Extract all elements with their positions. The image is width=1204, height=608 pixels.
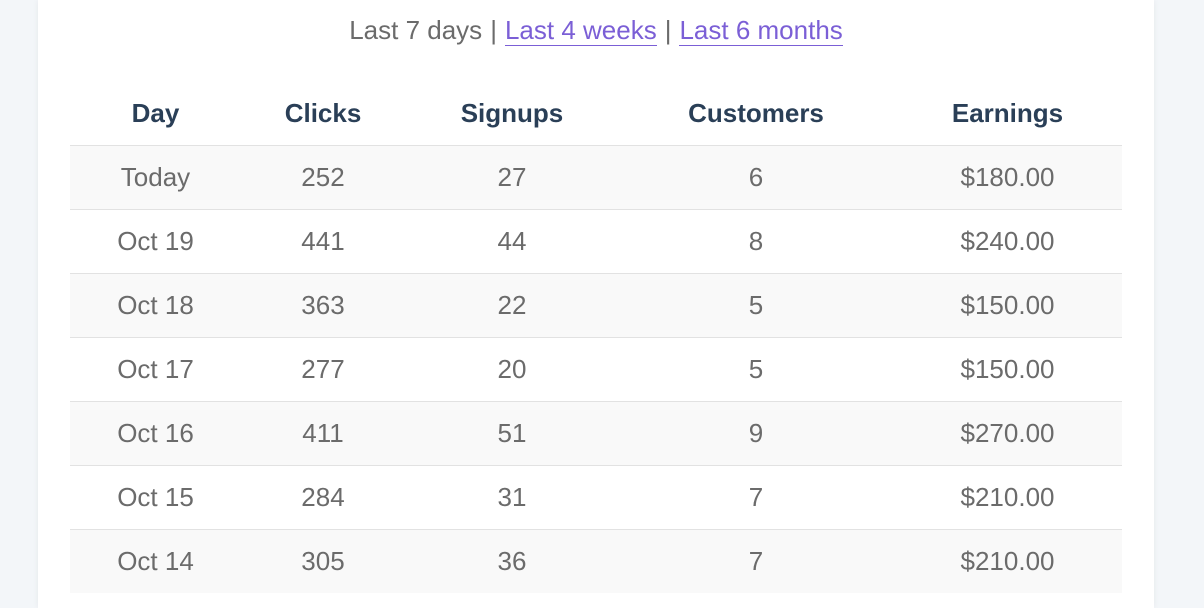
table-row: Oct 18 363 22 5 $150.00 bbox=[70, 273, 1122, 338]
cell-day: Oct 14 bbox=[70, 529, 241, 593]
cell-signups: 51 bbox=[405, 401, 619, 466]
column-header-earnings: Earnings bbox=[951, 98, 1064, 128]
cell-day: Oct 17 bbox=[70, 337, 241, 402]
cell-clicks: 441 bbox=[241, 209, 405, 274]
cell-clicks: 305 bbox=[241, 529, 405, 593]
cell-day: Oct 15 bbox=[70, 465, 241, 530]
column-header-clicks: Clicks bbox=[284, 98, 362, 128]
range-separator: | bbox=[490, 15, 497, 45]
date-range-selector: Last 7 days | Last 4 weeks | Last 6 months bbox=[38, 12, 1154, 48]
cell-customers: 9 bbox=[619, 401, 893, 466]
stats-table: Day Clicks Signups Customers Earnings To… bbox=[70, 82, 1122, 593]
cell-clicks: 284 bbox=[241, 465, 405, 530]
cell-day: Oct 18 bbox=[70, 273, 241, 338]
cell-signups: 44 bbox=[405, 209, 619, 274]
range-link-last-4-weeks[interactable]: Last 4 weeks bbox=[504, 15, 657, 46]
cell-clicks: 411 bbox=[241, 401, 405, 466]
cell-signups: 27 bbox=[405, 145, 619, 210]
cell-customers: 7 bbox=[619, 465, 893, 530]
cell-earnings: $150.00 bbox=[893, 273, 1122, 338]
table-row: Oct 16 411 51 9 $270.00 bbox=[70, 401, 1122, 466]
cell-day: Oct 19 bbox=[70, 209, 241, 274]
column-header-signups: Signups bbox=[460, 98, 564, 128]
cell-earnings: $240.00 bbox=[893, 209, 1122, 274]
column-header-day: Day bbox=[131, 98, 180, 128]
cell-earnings: $180.00 bbox=[893, 145, 1122, 210]
cell-clicks: 252 bbox=[241, 145, 405, 210]
cell-customers: 8 bbox=[619, 209, 893, 274]
cell-customers: 7 bbox=[619, 529, 893, 593]
cell-earnings: $210.00 bbox=[893, 465, 1122, 530]
cell-day: Oct 16 bbox=[70, 401, 241, 466]
range-separator: | bbox=[664, 15, 672, 45]
cell-customers: 5 bbox=[619, 273, 893, 338]
cell-day: Today bbox=[70, 145, 241, 210]
cell-customers: 5 bbox=[619, 337, 893, 402]
cell-clicks: 363 bbox=[241, 273, 405, 338]
range-current: Last 7 days bbox=[349, 15, 483, 45]
table-header-row: Day Clicks Signups Customers Earnings bbox=[70, 82, 1122, 146]
table-row: Oct 14 305 36 7 $210.00 bbox=[70, 529, 1122, 593]
table-row: Oct 19 441 44 8 $240.00 bbox=[70, 209, 1122, 274]
cell-earnings: $210.00 bbox=[893, 529, 1122, 593]
column-header-customers: Customers bbox=[688, 98, 824, 128]
cell-earnings: $150.00 bbox=[893, 337, 1122, 402]
cell-earnings: $270.00 bbox=[893, 401, 1122, 466]
table-row: Oct 17 277 20 5 $150.00 bbox=[70, 337, 1122, 402]
cell-signups: 31 bbox=[405, 465, 619, 530]
cell-customers: 6 bbox=[619, 145, 893, 210]
cell-signups: 36 bbox=[405, 529, 619, 593]
range-link-last-6-months[interactable]: Last 6 months bbox=[679, 15, 843, 46]
table-row: Oct 15 284 31 7 $210.00 bbox=[70, 465, 1122, 530]
cell-clicks: 277 bbox=[241, 337, 405, 402]
cell-signups: 22 bbox=[405, 273, 619, 338]
table-row: Today 252 27 6 $180.00 bbox=[70, 145, 1122, 210]
cell-signups: 20 bbox=[405, 337, 619, 402]
stats-card: Last 7 days | Last 4 weeks | Last 6 months D… bbox=[38, 0, 1154, 608]
